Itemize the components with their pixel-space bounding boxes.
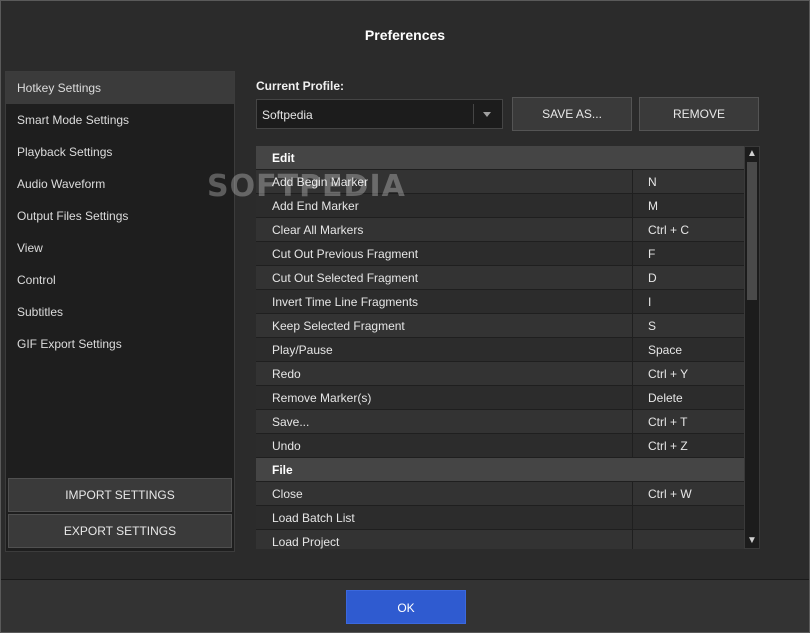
action-name: Cut Out Selected Fragment xyxy=(272,271,419,285)
hotkey-value[interactable]: Ctrl + Y xyxy=(648,367,688,381)
column-divider xyxy=(632,290,633,314)
table-row[interactable]: Clear All Markers Ctrl + C xyxy=(256,218,744,242)
column-divider xyxy=(632,386,633,410)
hotkey-value[interactable]: Delete xyxy=(648,391,683,405)
hotkey-value[interactable]: S xyxy=(648,319,656,333)
column-divider xyxy=(632,314,633,338)
table-row[interactable]: Redo Ctrl + Y xyxy=(256,362,744,386)
table-group-header: Edit xyxy=(256,146,744,170)
sidebar-item-audio-waveform[interactable]: Audio Waveform xyxy=(6,168,234,200)
table-group-header: File xyxy=(256,458,744,482)
table-row[interactable]: Remove Marker(s) Delete xyxy=(256,386,744,410)
column-divider xyxy=(632,530,633,549)
column-divider xyxy=(632,410,633,434)
chevron-up-icon[interactable]: ▲ xyxy=(745,147,759,161)
table-scrollbar[interactable]: ▲ ▼ xyxy=(744,146,760,549)
hotkey-table: Edit Add Begin Marker N Add End Marker M Clea… xyxy=(256,146,744,549)
group-label: File xyxy=(272,463,293,477)
hotkey-value[interactable]: M xyxy=(648,199,658,213)
action-name: Keep Selected Fragment xyxy=(272,319,405,333)
table-row[interactable]: Keep Selected Fragment S xyxy=(256,314,744,338)
table-row[interactable]: Play/Pause Space xyxy=(256,338,744,362)
column-divider xyxy=(632,434,633,458)
table-row[interactable]: Cut Out Previous Fragment F xyxy=(256,242,744,266)
ok-button[interactable]: OK xyxy=(346,590,466,624)
column-divider xyxy=(632,338,633,362)
table-row[interactable]: Undo Ctrl + Z xyxy=(256,434,744,458)
save-as-button[interactable]: SAVE AS... xyxy=(512,97,632,131)
watermark: SOFTPEDIA xyxy=(207,169,406,204)
hotkey-value[interactable]: I xyxy=(648,295,651,309)
hotkey-value[interactable]: D xyxy=(648,271,657,285)
select-divider xyxy=(473,104,474,124)
column-divider xyxy=(632,266,633,290)
window-title: Preferences xyxy=(364,27,446,43)
action-name: Remove Marker(s) xyxy=(272,391,372,405)
profile-select[interactable]: Softpedia xyxy=(256,99,503,129)
scroll-thumb[interactable] xyxy=(747,162,757,300)
table-row[interactable]: Load Batch List xyxy=(256,506,744,530)
action-name: Save... xyxy=(272,415,310,429)
action-name: Close xyxy=(272,487,303,501)
action-name: Clear All Markers xyxy=(272,223,364,237)
remove-button[interactable]: REMOVE xyxy=(639,97,759,131)
column-divider xyxy=(632,218,633,242)
export-settings-button[interactable]: EXPORT SETTINGS xyxy=(8,514,232,548)
column-divider xyxy=(632,194,633,218)
chevron-down-icon[interactable]: ▼ xyxy=(745,534,759,548)
table-row[interactable]: Cut Out Selected Fragment D xyxy=(256,266,744,290)
sidebar-item-smart-mode-settings[interactable]: Smart Mode Settings xyxy=(6,104,234,136)
column-divider xyxy=(632,506,633,530)
hotkey-value[interactable]: Ctrl + Z xyxy=(648,439,688,453)
hotkey-value[interactable]: Space xyxy=(648,343,682,357)
sidebar-item-gif-export-settings[interactable]: GIF Export Settings xyxy=(6,328,234,360)
action-name: Undo xyxy=(272,439,301,453)
sidebar-item-playback-settings[interactable]: Playback Settings xyxy=(6,136,234,168)
hotkey-value[interactable]: Ctrl + W xyxy=(648,487,692,501)
table-row[interactable]: Invert Time Line Fragments I xyxy=(256,290,744,314)
preferences-window: Preferences Hotkey Settings Smart Mode S… xyxy=(0,0,810,633)
action-name: Play/Pause xyxy=(272,343,333,357)
hotkey-value[interactable]: Ctrl + T xyxy=(648,415,687,429)
profile-select-value: Softpedia xyxy=(262,108,313,122)
chevron-down-icon[interactable] xyxy=(483,112,491,117)
hotkey-value[interactable]: Ctrl + C xyxy=(648,223,689,237)
column-divider xyxy=(632,362,633,386)
column-divider xyxy=(632,170,633,194)
sidebar-item-control[interactable]: Control xyxy=(6,264,234,296)
table-row[interactable]: Load Project xyxy=(256,530,744,549)
action-name: Cut Out Previous Fragment xyxy=(272,247,419,261)
action-name: Invert Time Line Fragments xyxy=(272,295,419,309)
sidebar-item-output-files-settings[interactable]: Output Files Settings xyxy=(6,200,234,232)
group-label: Edit xyxy=(272,151,295,165)
action-name: Load Batch List xyxy=(272,511,355,525)
current-profile-label: Current Profile: xyxy=(256,79,345,93)
column-divider xyxy=(632,482,633,506)
column-divider xyxy=(632,242,633,266)
table-row[interactable]: Close Ctrl + W xyxy=(256,482,744,506)
action-name: Redo xyxy=(272,367,301,381)
sidebar-item-subtitles[interactable]: Subtitles xyxy=(6,296,234,328)
action-name: Load Project xyxy=(272,535,340,549)
sidebar: Hotkey Settings Smart Mode Settings Play… xyxy=(5,71,235,552)
sidebar-item-view[interactable]: View xyxy=(6,232,234,264)
hotkey-value[interactable]: N xyxy=(648,175,657,189)
import-settings-button[interactable]: IMPORT SETTINGS xyxy=(8,478,232,512)
table-row[interactable]: Save... Ctrl + T xyxy=(256,410,744,434)
hotkey-value[interactable]: F xyxy=(648,247,655,261)
sidebar-item-hotkey-settings[interactable]: Hotkey Settings xyxy=(6,72,234,104)
